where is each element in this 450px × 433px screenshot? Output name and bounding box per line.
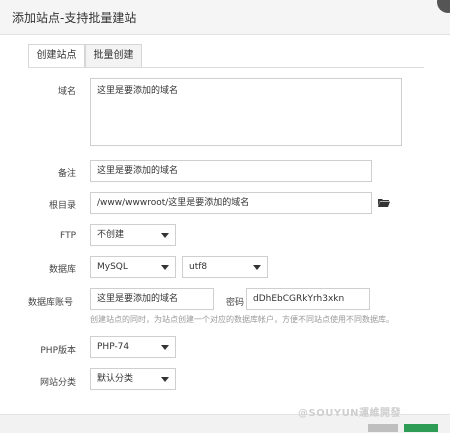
db-password-input[interactable]: dDhEbCGRkYrh3xkn [246, 288, 370, 310]
database-type-value: MySQL [97, 262, 128, 272]
php-label: PHP版本 [40, 346, 76, 356]
chevron-down-icon [161, 233, 169, 238]
add-site-dialog: 添加站点-支持批量建站 创建站点 批量创建 域名 这里是要添加的域名 备注 这里… [0, 0, 450, 433]
remark-input[interactable]: 这里是要添加的域名 [90, 160, 372, 182]
domain-textarea[interactable]: 这里是要添加的域名 [90, 78, 402, 146]
submit-button[interactable] [404, 424, 438, 432]
category-value: 默认分类 [97, 374, 134, 384]
category-label: 网站分类 [39, 378, 76, 388]
db-account-label: 数据库账号 [28, 298, 74, 308]
database-label: 数据库 [48, 265, 76, 275]
tab-divider [28, 67, 424, 68]
watermark: @SOUYUN運維開發 [298, 408, 402, 419]
ftp-label: FTP [60, 231, 76, 241]
db-hint-text: 创建站点的同时，为站点创建一个对应的数据库帐户，方便不同站点使用不同数据库。 [90, 315, 394, 324]
chevron-down-icon [253, 265, 261, 270]
ftp-select-value: 不创建 [97, 230, 125, 240]
dialog-titlebar: 添加站点-支持批量建站 [0, 0, 450, 35]
remark-label: 备注 [57, 169, 76, 179]
database-charset-select[interactable]: utf8 [182, 256, 268, 278]
db-password-label: 密码 [226, 298, 245, 308]
ftp-select[interactable]: 不创建 [90, 224, 176, 246]
chevron-down-icon [161, 345, 169, 350]
php-version-value: PHP-74 [97, 342, 130, 352]
rootdir-input[interactable]: /www/wwwroot/这里是要添加的域名 [90, 192, 372, 214]
tab-batch-create[interactable]: 批量创建 [85, 44, 142, 68]
database-charset-value: utf8 [189, 262, 208, 272]
domain-label: 域名 [57, 87, 76, 97]
cancel-button[interactable] [368, 424, 398, 432]
db-account-input[interactable]: 这里是要添加的域名 [90, 288, 214, 310]
database-type-select[interactable]: MySQL [90, 256, 176, 278]
chevron-down-icon [161, 377, 169, 382]
folder-icon[interactable] [378, 198, 390, 207]
php-version-select[interactable]: PHP-74 [90, 336, 176, 358]
rootdir-label: 根目录 [48, 201, 76, 211]
category-select[interactable]: 默认分类 [90, 368, 176, 390]
dialog-title: 添加站点-支持批量建站 [12, 11, 137, 25]
tab-create-site[interactable]: 创建站点 [28, 44, 85, 68]
chevron-down-icon [161, 265, 169, 270]
